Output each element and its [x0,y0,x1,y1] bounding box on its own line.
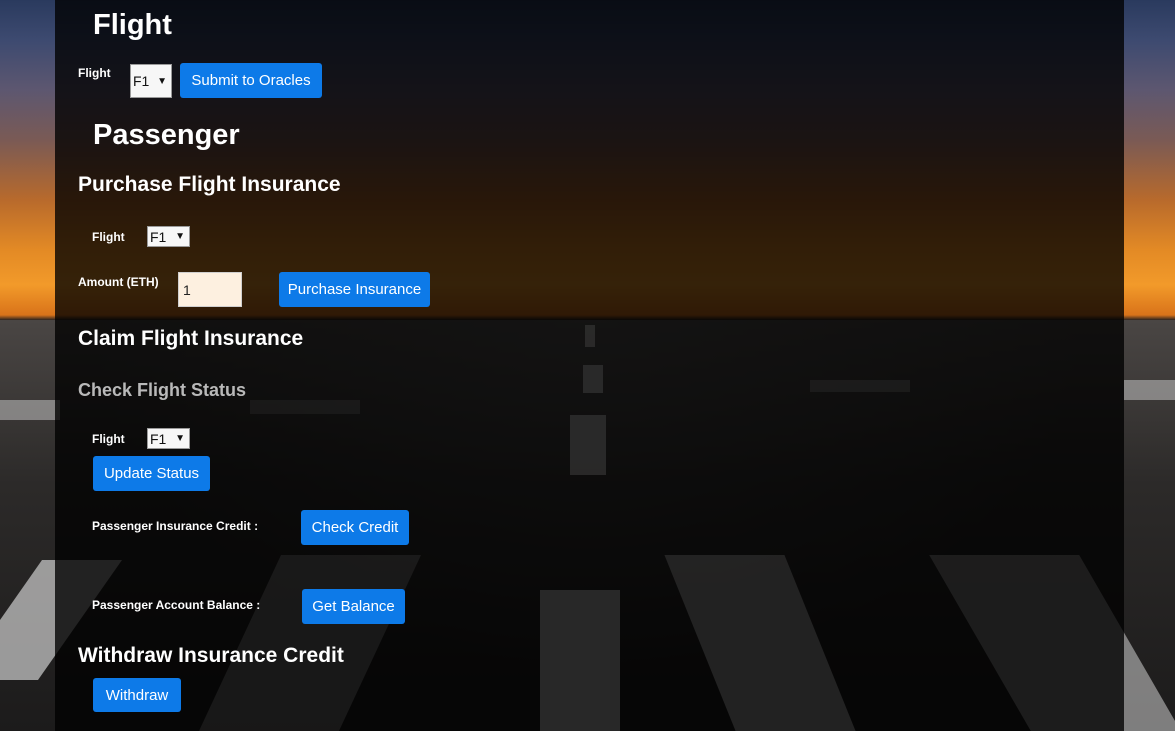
amount-input-value: 1 [183,281,191,298]
insurance-credit-label: Passenger Insurance Credit : [92,519,259,533]
page-content: Flight Flight F1 ▼ Submit to Oracles Pas… [0,0,1175,731]
claim-insurance-heading: Claim Flight Insurance [78,327,304,350]
account-balance-label: Passenger Account Balance : [92,598,261,612]
status-flight-select[interactable]: F1 ▼ [147,428,190,449]
purchase-insurance-button[interactable]: Purchase Insurance [279,272,430,307]
purchase-flight-select[interactable]: F1 ▼ [147,226,190,247]
oracle-flight-select[interactable]: F1 ▼ [130,64,172,98]
amount-input[interactable]: 1 [178,272,242,307]
check-credit-button[interactable]: Check Credit [301,510,409,545]
flight-heading: Flight [93,9,172,41]
oracle-flight-label: Flight [78,66,111,80]
update-status-button[interactable]: Update Status [93,456,210,491]
status-flight-label: Flight [92,432,125,446]
passenger-heading: Passenger [93,119,240,151]
withdraw-credit-heading: Withdraw Insurance Credit [78,644,344,667]
status-flight-select-value: F1 [150,430,167,447]
withdraw-button[interactable]: Withdraw [93,678,181,712]
check-flight-status-heading: Check Flight Status [78,380,247,400]
chevron-down-icon: ▼ [175,433,185,444]
oracle-flight-select-value: F1 [133,73,150,89]
amount-label: Amount (ETH) [78,275,159,289]
chevron-down-icon: ▼ [157,75,167,87]
submit-to-oracles-button[interactable]: Submit to Oracles [180,63,322,98]
purchase-flight-select-value: F1 [150,228,167,245]
purchase-insurance-heading: Purchase Flight Insurance [78,173,341,196]
chevron-down-icon: ▼ [175,231,185,242]
get-balance-button[interactable]: Get Balance [302,589,405,624]
purchase-flight-label: Flight [92,230,125,244]
